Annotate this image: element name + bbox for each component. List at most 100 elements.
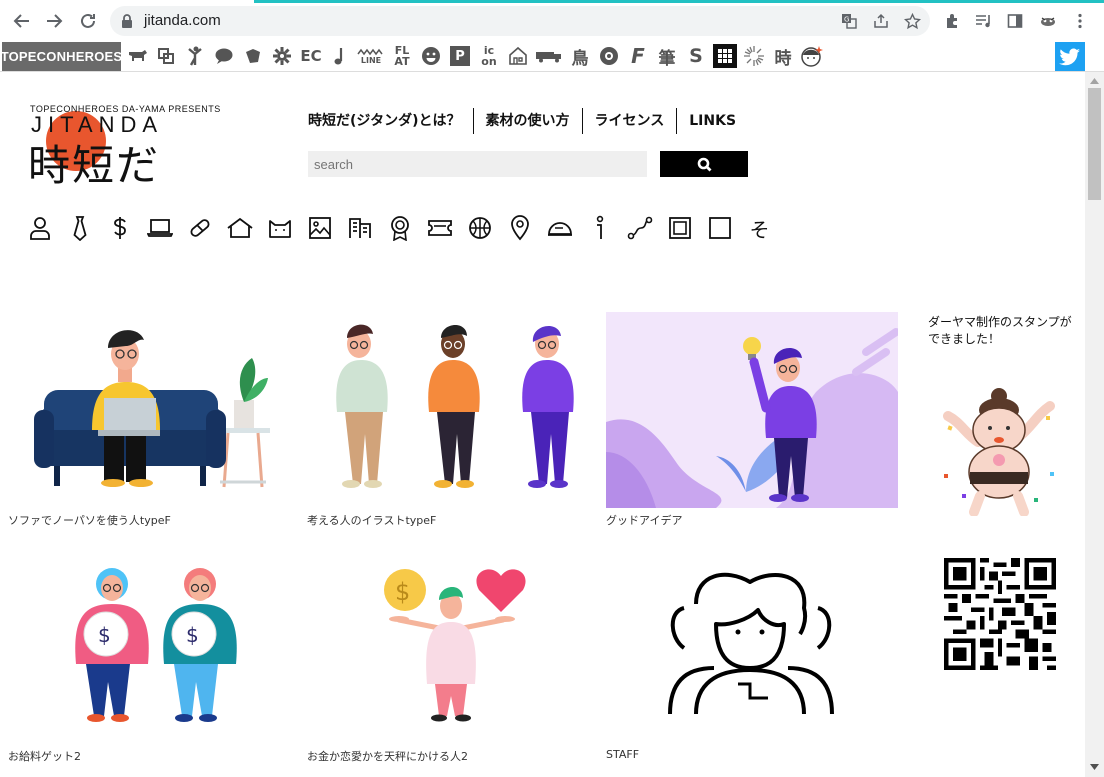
truck-icon[interactable] xyxy=(535,44,563,68)
material-card[interactable]: $ $ お給料ゲット2 xyxy=(8,564,300,764)
material-card[interactable]: ソファでノーパソを使う人typeF xyxy=(8,312,300,528)
twitter-button[interactable] xyxy=(1055,42,1085,71)
svg-text:$: $ xyxy=(98,623,111,647)
reload-icon xyxy=(81,13,95,28)
house-icon[interactable] xyxy=(506,44,530,68)
category-image-icon[interactable] xyxy=(306,214,333,242)
site-logo[interactable]: TOPECONHEROES DA-YAMA PRESENTS JITANDA 時… xyxy=(28,104,228,190)
time-kanji-icon[interactable]: 時 xyxy=(771,44,795,69)
topeconheroes-brand-link[interactable]: TOPECONHEROES xyxy=(1,42,122,71)
tab-accent-line xyxy=(254,0,1104,3)
scrollbar-thumb[interactable] xyxy=(1088,88,1101,200)
category-person-icon[interactable] xyxy=(26,214,53,242)
share-icon[interactable] xyxy=(872,12,890,30)
address-bar[interactable]: jitanda.com G xyxy=(110,6,930,36)
back-arrow-icon xyxy=(13,14,29,28)
gear-icon[interactable] xyxy=(270,44,294,68)
cow-icon[interactable] xyxy=(125,44,149,68)
qr-code-image[interactable] xyxy=(944,558,1056,670)
site-network-bar: TOPECONHEROES EC LINE FL AT P ic on 鳥 F … xyxy=(0,40,1104,72)
scroll-up-arrow-icon[interactable] xyxy=(1090,78,1099,84)
person-icon[interactable] xyxy=(183,44,207,68)
site-icon-links: EC LINE FL AT P ic on 鳥 F 筆 S 時 xyxy=(125,44,824,69)
grid-icon[interactable] xyxy=(713,44,737,68)
category-house-icon[interactable] xyxy=(226,214,253,242)
twitter-bird-icon xyxy=(1059,47,1080,65)
category-map-pin-icon[interactable] xyxy=(506,214,533,242)
category-route-icon[interactable] xyxy=(626,214,653,242)
search-input[interactable] xyxy=(308,151,647,177)
category-award-icon[interactable] xyxy=(386,214,413,242)
category-building-icon[interactable] xyxy=(346,214,373,242)
category-laptop-icon[interactable] xyxy=(146,214,173,242)
material-card[interactable]: $ お金か恋愛かを天秤にかける人2 xyxy=(307,564,599,764)
forward-arrow-icon xyxy=(47,14,63,28)
p-icon[interactable]: P xyxy=(448,44,472,68)
copy-icon[interactable] xyxy=(154,44,178,68)
burst-icon[interactable] xyxy=(742,44,766,68)
thinking-people-illustration xyxy=(336,324,574,488)
bookmark-star-icon[interactable] xyxy=(903,12,921,30)
bubble-icon[interactable] xyxy=(212,44,236,68)
tag-icon[interactable] xyxy=(241,44,265,68)
extensions-icon[interactable] xyxy=(942,11,962,31)
main-menu: 時短だ(ジタンダ)とは？ 素材の使い方 ライセンス LINKS xyxy=(296,108,748,134)
sumo-stamp-image[interactable] xyxy=(938,386,1060,516)
category-info-icon[interactable] xyxy=(586,214,613,242)
svg-text:$: $ xyxy=(186,623,199,647)
card-caption: お金か恋愛かを天秤にかける人2 xyxy=(307,750,468,763)
media-control-icon[interactable] xyxy=(974,11,994,31)
card-caption: グッドアイデア xyxy=(606,514,683,527)
f-icon[interactable]: F xyxy=(626,44,650,68)
profile-avatar-icon[interactable] xyxy=(1038,11,1058,31)
salary-illustration: $ $ xyxy=(75,568,237,722)
forward-button[interactable] xyxy=(42,9,66,33)
flat-icon[interactable]: FL AT xyxy=(390,44,414,68)
menu-item-license[interactable]: ライセンス xyxy=(581,108,677,134)
reload-button[interactable] xyxy=(76,9,100,33)
category-icons: そ xyxy=(26,214,773,242)
category-square-icon[interactable] xyxy=(706,214,733,242)
svg-text:G: G xyxy=(844,16,849,24)
category-helmet-icon[interactable] xyxy=(546,214,573,242)
side-panel-icon[interactable] xyxy=(1005,11,1025,31)
ec-icon[interactable]: EC xyxy=(299,44,323,68)
staff-illustration xyxy=(668,572,834,715)
svg-text:$: $ xyxy=(395,578,410,606)
flower-icon[interactable] xyxy=(597,44,621,68)
material-card[interactable]: STAFF xyxy=(606,564,898,764)
face-icon[interactable] xyxy=(800,44,824,68)
translate-icon[interactable]: G xyxy=(840,12,858,30)
logo-kanji: 時短だ xyxy=(28,141,161,190)
menu-item-links[interactable]: LINKS xyxy=(676,108,748,134)
search-button[interactable] xyxy=(660,151,748,177)
bird-kanji-icon[interactable]: 鳥 xyxy=(568,44,592,69)
s-icon[interactable]: S xyxy=(684,44,708,68)
brush-kanji-icon[interactable]: 筆 xyxy=(655,44,679,69)
card-caption: STAFF xyxy=(606,748,640,761)
line-icon[interactable]: LINE xyxy=(357,44,385,68)
music-note-icon[interactable] xyxy=(328,44,352,68)
scroll-down-arrow-icon[interactable] xyxy=(1090,764,1099,770)
category-frame-icon[interactable] xyxy=(666,214,693,242)
category-cat-icon[interactable] xyxy=(266,214,293,242)
browser-toolbar: jitanda.com G xyxy=(0,0,1104,40)
card-caption: ソファでノーパソを使う人typeF xyxy=(8,514,171,527)
card-caption: 考える人のイラストtypeF xyxy=(307,514,437,527)
money-or-love-illustration: $ xyxy=(384,569,526,722)
category-dollar-icon[interactable] xyxy=(106,214,133,242)
material-card[interactable]: グッドアイデア xyxy=(606,312,898,528)
category-tie-icon[interactable] xyxy=(66,214,93,242)
menu-item-about[interactable]: 時短だ(ジタンダ)とは？ xyxy=(296,108,473,134)
category-basketball-icon[interactable] xyxy=(466,214,493,242)
smile-icon[interactable] xyxy=(419,44,443,68)
material-card[interactable]: 考える人のイラストtypeF xyxy=(307,312,599,528)
back-button[interactable] xyxy=(10,9,34,33)
icon-text-icon[interactable]: ic on xyxy=(477,44,501,68)
browser-menu-icon[interactable] xyxy=(1070,11,1090,31)
menu-item-howto[interactable]: 素材の使い方 xyxy=(472,108,582,134)
category-ticket-icon[interactable] xyxy=(426,214,453,242)
good-idea-illustration xyxy=(606,312,898,508)
category-pill-icon[interactable] xyxy=(186,214,213,242)
category-other-icon[interactable]: そ xyxy=(746,214,773,242)
